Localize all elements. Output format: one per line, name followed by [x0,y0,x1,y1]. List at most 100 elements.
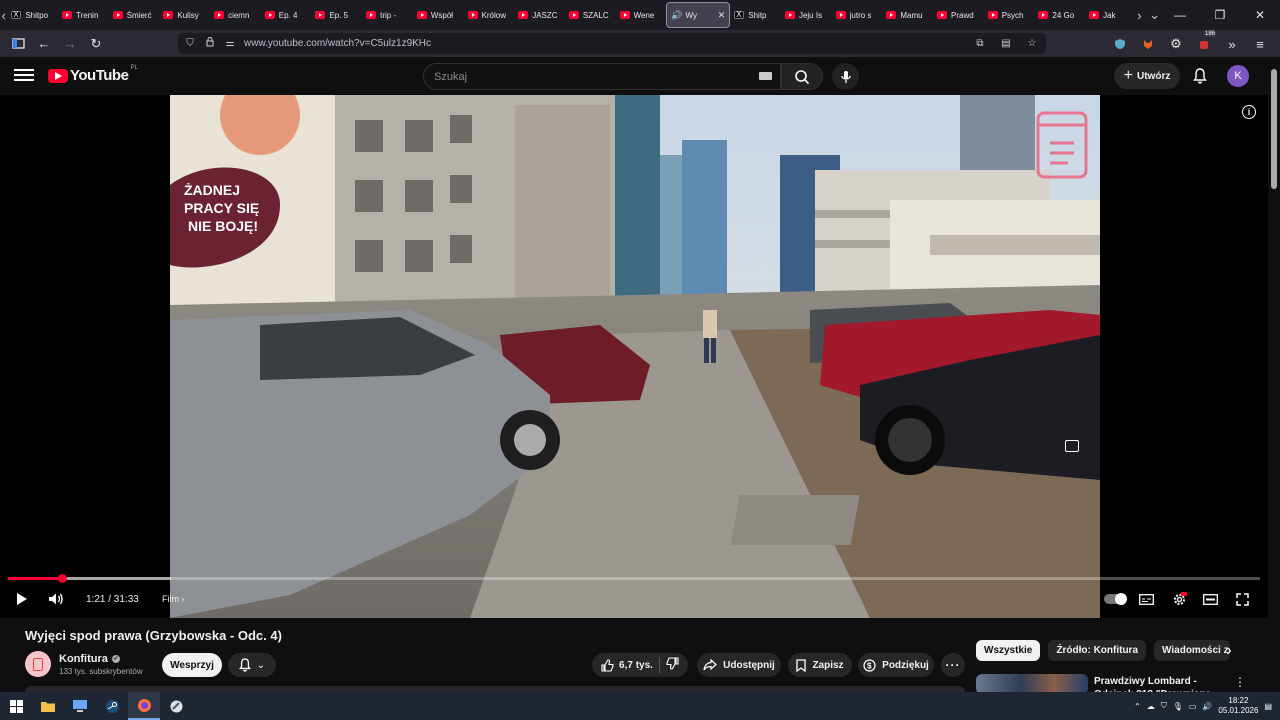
expand-to-miniplayer-icon[interactable] [1065,440,1079,452]
steam-icon[interactable] [96,692,128,720]
tabs-scroll-right-icon[interactable]: › [1136,0,1143,30]
shield-icon[interactable]: ⛉ [182,38,198,49]
tab-audio-icon[interactable]: 🔊 [671,10,682,21]
play-button[interactable] [12,585,32,613]
like-button[interactable]: 6,7 tys. [601,658,653,672]
tray-cloud-icon[interactable]: ☁ [1147,702,1155,711]
extensions-puzzle-icon[interactable]: ⚙ [1164,32,1188,56]
reader-view-icon[interactable]: ▤ [998,38,1014,49]
mute-button[interactable] [46,585,66,613]
progress-scrubber-handle[interactable] [57,574,67,583]
browser-tab[interactable]: Psych [984,2,1035,28]
app-menu-icon[interactable]: ≡ [1248,32,1272,56]
browser-tab[interactable]: Śmierć [109,2,160,28]
browser-tab[interactable]: Trenin [58,2,109,28]
video-player[interactable]: ŻADNEJ PRACY SIĘ NIE BOJĘ! i 1:21 / 31:3… [0,95,1268,618]
keyboard-icon[interactable] [759,72,772,80]
dislike-button[interactable] [666,657,679,673]
browser-tab[interactable]: Mamu [882,2,933,28]
recommended-title[interactable]: Prawdziwy Lombard - Odcinek 318 "Drewnia… [1094,675,1222,692]
video-frame[interactable]: ŻADNEJ PRACY SIĘ NIE BOJĘ! [170,95,1100,618]
save-button[interactable]: Zapisz [788,653,852,677]
channel-name[interactable]: Konfitura [59,653,108,665]
sidebar-toggle-icon[interactable] [6,32,30,56]
chips-next-chevron-icon[interactable]: › [1220,641,1238,661]
support-button[interactable]: Wesprzyj [162,653,222,677]
browser-tab[interactable]: JASZC [514,2,565,28]
browser-tab[interactable]: jutro s [832,2,883,28]
address-bar[interactable]: ⛉ ⚌ www.youtube.com/watch?v=C5ulz1z9KHc … [178,33,1046,54]
settings-button[interactable] [1170,585,1188,613]
browser-tab[interactable]: Prawd [933,2,984,28]
browser-tab[interactable]: Shitpo [7,2,58,28]
info-icon[interactable]: i [1242,105,1256,119]
extension-fox-icon[interactable] [1136,32,1160,56]
channel-name-link[interactable]: Konfitura ✓ [59,653,120,665]
guide-menu-icon[interactable] [14,66,34,86]
bookmark-star-icon[interactable]: ☆ [1024,38,1040,49]
notifications-tray-icon[interactable]: ▤ [1264,702,1272,711]
back-icon[interactable]: ← [32,32,56,56]
url-text[interactable]: www.youtube.com/watch?v=C5ulz1z9KHc [244,38,431,49]
notifications-button[interactable] [1190,66,1210,86]
search-input[interactable]: Szukaj [423,63,781,90]
minimize-icon[interactable]: — [1160,0,1200,30]
browser-tab[interactable]: Wene [616,2,667,28]
browser-tab[interactable]: Jak [1085,2,1136,28]
chip-all[interactable]: Wszystkie [976,640,1041,661]
extension-counter-icon[interactable]: 186 [1192,31,1216,56]
browser-tab[interactable]: Kulisy [159,2,210,28]
browser-tab[interactable]: Królow [464,2,515,28]
restore-icon[interactable]: ❐ [1200,0,1240,30]
chip-source-konfitura[interactable]: Źródło: Konfitura [1048,640,1147,661]
browser-tab[interactable]: Współ [413,2,464,28]
tray-volume-icon[interactable]: 🔊 [1202,702,1212,711]
notification-preference-button[interactable]: ⌄ [228,653,276,677]
subtitles-button[interactable] [1138,585,1154,613]
browser-tab[interactable]: Jeju Is [781,2,832,28]
tray-microphone-icon[interactable]: 🎙 [1173,702,1183,711]
start-windows-icon[interactable] [0,692,32,720]
chapter-button[interactable]: Film › [162,594,185,604]
tray-network-icon[interactable]: ▭ [1189,702,1197,711]
fullscreen-button[interactable] [1234,585,1250,613]
channel-avatar[interactable] [25,651,51,677]
overflow-chevron-icon[interactable]: » [1220,32,1244,56]
recommended-thumbnail[interactable] [976,674,1088,694]
app-tool-icon[interactable] [160,692,192,720]
browser-tab[interactable]: SZALC [565,2,616,28]
firefox-icon[interactable] [128,692,160,720]
tab-list-dropdown-icon[interactable]: ⌄ [1149,0,1160,30]
browser-tab[interactable]: 24 Go [1034,2,1085,28]
clock[interactable]: 18:22 05.01.2026 [1218,696,1258,716]
voice-search-button[interactable] [832,63,859,90]
file-explorer-icon[interactable] [32,692,64,720]
recommended-menu-icon[interactable]: ⋮ [1234,675,1246,689]
browser-tab[interactable]: Ep. 5 [311,2,362,28]
browser-tab[interactable]: ciemn [210,2,261,28]
ublock-extension-icon[interactable] [1108,32,1132,56]
tray-defender-icon[interactable]: ⛉ [1161,701,1167,711]
thanks-button[interactable]: $ Podziękuj [858,653,934,677]
browser-tab[interactable]: trip - [362,2,413,28]
youtube-logo[interactable]: YouTube PL [48,65,138,84]
progress-bar[interactable] [8,574,1260,583]
search-button[interactable] [781,63,823,90]
share-button[interactable]: Udostępnij [697,653,781,677]
autoplay-toggle[interactable] [1104,585,1127,613]
theater-mode-button[interactable] [1202,585,1218,613]
more-actions-button[interactable]: ··· [941,653,965,677]
close-window-icon[interactable]: ✕ [1240,0,1280,30]
create-button[interactable]: + Utwórz [1114,63,1180,89]
scrollbar-thumb[interactable] [1271,69,1277,189]
tray-chevron-up-icon[interactable]: ⌃ [1134,702,1141,711]
forward-icon[interactable]: → [58,32,82,56]
chip-news[interactable]: Wiadomości ze [1154,640,1231,661]
page-scrollbar[interactable] [1268,57,1280,720]
browser-tab[interactable]: 🔊 Wy ✕ [666,2,731,28]
account-avatar[interactable]: K [1227,65,1249,87]
picture-in-picture-icon[interactable]: ⧉ [972,38,988,49]
tabs-scroll-left-icon[interactable]: ‹ [0,0,7,30]
browser-tab[interactable]: Ep. 4 [261,2,312,28]
permissions-icon[interactable]: ⚌ [222,38,238,49]
